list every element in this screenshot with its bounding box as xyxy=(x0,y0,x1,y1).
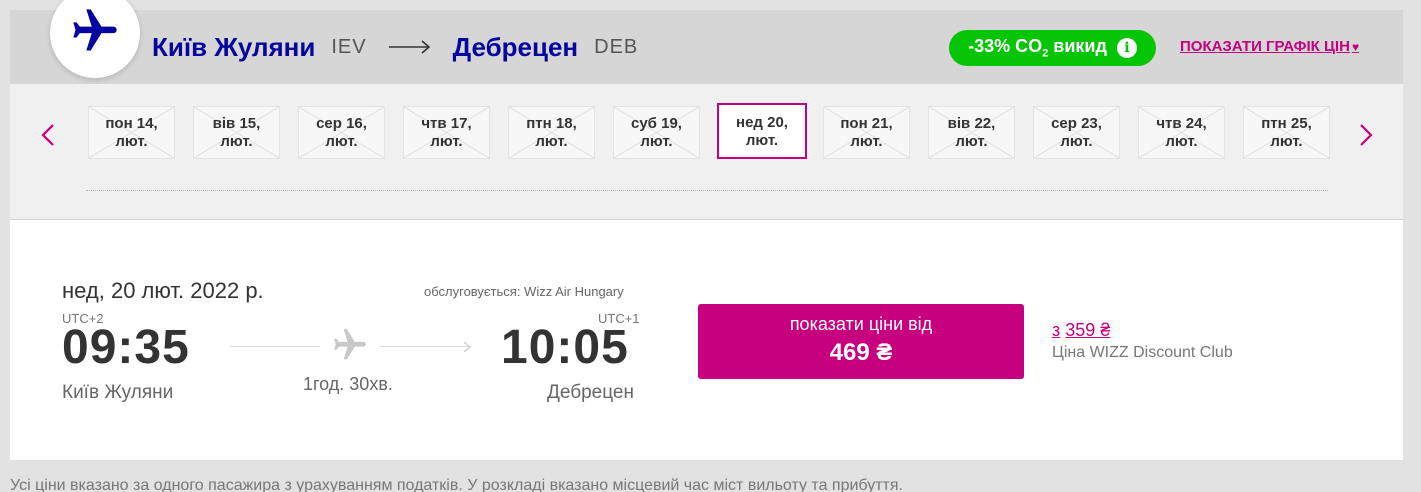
route-plane-badge xyxy=(50,0,140,78)
date-tile[interactable]: вів 22, лют. xyxy=(928,106,1015,159)
date-tile-month: лют. xyxy=(220,133,253,150)
info-icon[interactable]: i xyxy=(1116,38,1137,58)
arrival-airport: Дебрецен xyxy=(547,382,634,403)
date-selector: пон 14, лют. вів 15, лют. сер 16, лют. чтв 17,… xyxy=(10,84,1403,220)
airplane-icon xyxy=(331,326,369,369)
departure-airport: Київ Жуляни xyxy=(62,382,174,403)
co2-suffix: викид xyxy=(1048,36,1107,57)
date-tile-selected[interactable]: нед 20, лют. xyxy=(717,103,807,159)
date-tile-day: чтв 24, xyxy=(1156,115,1207,132)
date-tile-day: суб 19, xyxy=(631,115,682,132)
date-tile-month: лют. xyxy=(535,133,568,150)
date-tile-month: лют. xyxy=(640,133,673,150)
co2-badge[interactable]: -33% CO2 викид i xyxy=(949,30,1156,66)
price-footnote: Усі ціни вказано за одного пасажира з ур… xyxy=(10,477,903,492)
club-price-link[interactable]: з 359 ₴ xyxy=(1052,320,1110,341)
date-tile[interactable]: пон 21, лют. xyxy=(823,106,910,159)
date-tile[interactable]: суб 19, лют. xyxy=(613,106,700,159)
heart-icon: ♥ xyxy=(1351,39,1360,54)
date-tile[interactable]: птн 18, лют. xyxy=(508,106,595,159)
date-tile-day: сер 16, xyxy=(316,115,367,132)
chevron-left-icon[interactable] xyxy=(38,121,58,149)
co2-prefix: -33% CO xyxy=(968,36,1043,57)
date-tile-day: пон 14, xyxy=(105,115,158,132)
route-line-left xyxy=(230,346,320,347)
date-tile-month: лют. xyxy=(850,133,883,150)
date-tile-month: лют. xyxy=(325,133,358,150)
date-tile-month: лют. xyxy=(1270,133,1303,150)
club-price-label: Ціна WIZZ Discount Club xyxy=(1052,344,1233,361)
date-tile[interactable]: вів 15, лют. xyxy=(193,106,280,159)
long-arrow-right-icon xyxy=(388,40,431,54)
date-tile-month: лют. xyxy=(115,133,148,150)
date-tile[interactable]: сер 23, лют. xyxy=(1033,106,1120,159)
show-prices-label: показати ціни від xyxy=(789,314,933,334)
destination-code: DEB xyxy=(594,35,639,58)
date-tile-month: лют. xyxy=(745,132,779,149)
date-tile[interactable]: пон 14, лют. xyxy=(88,106,175,159)
route-summary: Київ Жуляни IEV Дебрецен DEB xyxy=(152,30,638,64)
date-tile-day: вів 22, xyxy=(947,115,996,132)
club-price-prefix: з xyxy=(1052,320,1061,340)
club-price-value: 359 ₴ xyxy=(1065,320,1111,340)
origin-code: IEV xyxy=(331,35,367,58)
date-tile-day: птн 25, xyxy=(1261,115,1312,132)
price-amount: 469 ₴ xyxy=(829,339,893,366)
flight-card: нед, 20 лют. 2022 р. обслуговується: Wiz… xyxy=(10,220,1403,460)
airplane-icon xyxy=(69,5,121,62)
date-tile-day: вів 15, xyxy=(212,115,261,132)
chevron-right-icon[interactable] xyxy=(1356,121,1376,149)
operated-by: обслуговується: Wizz Air Hungary xyxy=(424,284,624,299)
flight-duration: 1год. 30хв. xyxy=(303,374,393,394)
destination-city: Дебрецен xyxy=(452,31,579,62)
date-tile-day: сер 23, xyxy=(1051,115,1102,132)
date-tile-month: лют. xyxy=(955,133,988,150)
route-arrow-icon xyxy=(463,341,471,353)
flight-date: нед, 20 лют. 2022 р. xyxy=(62,278,264,303)
co2-label: -33% CO2 викид xyxy=(968,36,1107,60)
date-tile-month: лют. xyxy=(1165,133,1198,150)
show-price-graph-link[interactable]: ПОКАЗАТИ ГРАФІК ЦІН ♥ xyxy=(1180,38,1359,55)
arrival-time: 10:05 xyxy=(501,321,629,374)
date-tile-day: птн 18, xyxy=(526,115,577,132)
date-divider xyxy=(86,190,1328,191)
date-tile[interactable]: птн 25, лют. xyxy=(1243,106,1330,159)
date-tile[interactable]: чтв 24, лют. xyxy=(1138,106,1225,159)
date-tile-day: нед 20, xyxy=(736,114,788,131)
date-tile-day: чтв 17, xyxy=(421,115,472,132)
date-tile-month: лют. xyxy=(1060,133,1093,150)
date-tile[interactable]: чтв 17, лют. xyxy=(403,106,490,159)
date-tile-month: лют. xyxy=(430,133,463,150)
route-line-right xyxy=(380,346,470,347)
departure-time: 09:35 xyxy=(62,321,190,374)
show-prices-button[interactable]: показати ціни від 469 ₴ xyxy=(698,304,1024,379)
date-tile-day: пон 21, xyxy=(840,115,893,132)
price-graph-label: ПОКАЗАТИ ГРАФІК ЦІН xyxy=(1180,38,1350,55)
origin-city: Київ Жуляни xyxy=(152,31,316,62)
date-tile[interactable]: сер 16, лют. xyxy=(298,106,385,159)
